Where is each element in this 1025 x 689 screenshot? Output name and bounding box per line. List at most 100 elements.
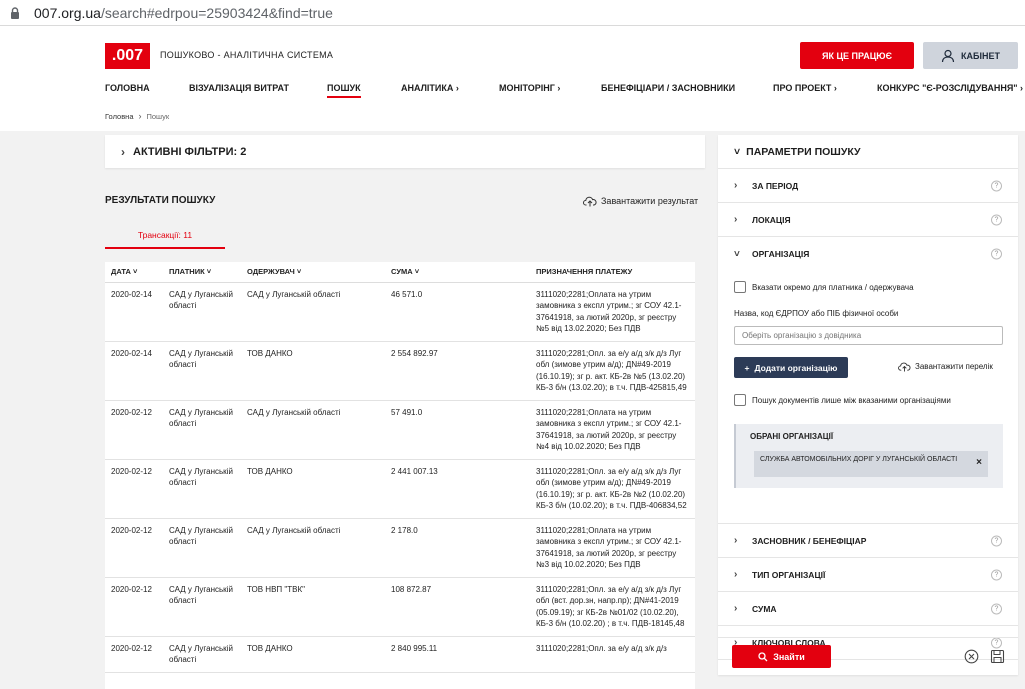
cell-sum: 108 872.87 [385, 577, 530, 637]
chevron-right-icon: › [734, 569, 738, 580]
save-icon[interactable] [990, 649, 1005, 664]
nav-about[interactable]: ПРО ПРОЕКТ › [773, 83, 837, 93]
cell-purpose: 3111020;2281;Оплата на утрим замовника з… [530, 282, 695, 342]
column-recipient[interactable]: ОДЕРЖУВАЧ ˅ [241, 262, 385, 283]
cell-date: 2020-02-12 [105, 577, 163, 637]
checkbox[interactable] [734, 281, 746, 293]
cell-recipient: САД у Луганській області [241, 282, 385, 342]
nav-search[interactable]: ПОШУК [327, 83, 361, 98]
column-date[interactable]: ДАТА ˅ [105, 262, 163, 283]
search-icon [758, 651, 768, 661]
chevron-right-icon: › [734, 603, 738, 614]
nav-analytics[interactable]: АНАЛІТИКА › [401, 83, 459, 93]
checkbox[interactable] [734, 394, 746, 406]
column-recipient-label: ОДЕРЖУВАЧ [247, 267, 295, 277]
table-row[interactable]: 2020-02-12 САД у Луганській області САД … [105, 400, 695, 460]
chevron-down-icon: ˅ [412, 267, 420, 277]
chevron-down-icon: ˅ [130, 267, 138, 277]
chosen-organizations-title: ОБРАНІ ОРГАНІЗАЦІЇ [750, 432, 834, 441]
table-row[interactable]: 2020-02-14 САД у Луганській області САД … [105, 282, 695, 342]
column-payer[interactable]: ПЛАТНИК ˅ [163, 262, 241, 283]
clear-filters-icon[interactable] [964, 649, 979, 664]
how-it-works-button[interactable]: ЯК ЦЕ ПРАЦЮЄ [800, 42, 914, 69]
cell-recipient: ТОВ ДАНКО [241, 636, 385, 673]
separate-payer-recipient-checkbox[interactable]: Вказати окремо для платника / одержувача [734, 281, 914, 293]
cell-date: 2020-02-12 [105, 518, 163, 578]
column-sum[interactable]: СУМА ˅ [385, 262, 530, 283]
cell-payer: САД у Луганській області [163, 459, 241, 519]
search-params-header[interactable]: ˅ ПАРАМЕТРИ ПОШУКУ [718, 135, 1018, 169]
download-list-label: Завантажити перелік [915, 362, 993, 371]
cell-recipient: САД у Луганській області [241, 400, 385, 460]
site-header: .007 ПОШУКОВО - АНАЛІТИЧНА СИСТЕМА ЯК ЦЕ… [0, 26, 1025, 131]
cell-sum: 2 441 007.13 [385, 459, 530, 519]
org-search-input[interactable] [734, 326, 1003, 345]
cell-payer: САД у Луганській області [163, 577, 241, 637]
nav-visualization[interactable]: ВІЗУАЛІЗАЦІЯ ВИТРАТ [189, 83, 289, 93]
cell-sum: 46 571.0 [385, 282, 530, 342]
cell-purpose: 3111020;2281;Опл. за е/у а/д з/к д/з Луг… [530, 459, 695, 519]
add-organization-button[interactable]: + Додати організацію [734, 357, 848, 378]
download-results-link[interactable]: Завантажити результат [583, 195, 698, 207]
section-location[interactable]: › ЛОКАЦІЯ ? [718, 203, 1018, 237]
cell-recipient: ТОВ ДАНКО [241, 459, 385, 519]
table-row[interactable]: 2020-02-12 САД у Луганській області ТОВ … [105, 459, 695, 519]
table-row[interactable]: 2020-02-14 САД у Луганській області ТОВ … [105, 341, 695, 401]
section-org-type-label: ТИП ОРГАНІЗАЦІЇ [752, 569, 826, 580]
site-logo[interactable]: .007 [105, 43, 150, 69]
cell-recipient: ТОВ НВП "ТВК" [241, 577, 385, 637]
only-between-checkbox[interactable]: Пошук документів лише між вказаними орга… [734, 394, 951, 406]
organization-chip: СЛУЖБА АВТОМОБІЛЬНИХ ДОРІГ У ЛУГАНСЬКІЙ … [754, 451, 988, 477]
section-founder[interactable]: › ЗАСНОВНИК / БЕНЕФІЦІАР ? [718, 524, 1018, 558]
nav-home[interactable]: ГОЛОВНА [105, 83, 150, 93]
cell-purpose: 3111020;2281;Опл. за е/у а/д з/к д/з [530, 636, 695, 673]
download-list-link[interactable]: Завантажити перелік [898, 361, 993, 372]
help-icon[interactable]: ? [991, 603, 1002, 614]
cell-recipient: ТОВ ДАНКО [241, 341, 385, 401]
close-icon[interactable]: × [976, 458, 982, 468]
help-icon[interactable]: ? [991, 248, 1002, 260]
nav-contest[interactable]: КОНКУРС "Є-РОЗСЛІДУВАННЯ" › [877, 83, 1023, 93]
active-filters-toggle[interactable]: › АКТИВНІ ФІЛЬТРИ: 2 [105, 135, 705, 168]
separate-payer-recipient-label: Вказати окремо для платника / одержувача [752, 282, 914, 292]
help-icon[interactable]: ? [991, 535, 1002, 546]
table-row[interactable]: 2020-02-12 САД у Луганській області ТОВ … [105, 636, 695, 673]
nav-monitoring[interactable]: МОНІТОРІНГ › [499, 83, 560, 93]
cabinet-button[interactable]: КАБІНЕТ [923, 42, 1018, 69]
results-title: РЕЗУЛЬТАТИ ПОШУКУ [105, 195, 216, 206]
section-period[interactable]: › ЗА ПЕРІОД ? [718, 169, 1018, 203]
breadcrumb-current: Пошук [146, 111, 170, 121]
url-text: 007.org.ua/search#edrpou=25903424&find=t… [34, 5, 333, 21]
chevron-right-icon: › [734, 214, 738, 225]
cabinet-label: КАБІНЕТ [961, 50, 1000, 61]
help-icon[interactable]: ? [991, 569, 1002, 580]
chevron-right-icon: › [121, 144, 125, 159]
cell-payer: САД у Луганській області [163, 636, 241, 673]
section-org-type[interactable]: › ТИП ОРГАНІЗАЦІЇ ? [718, 558, 1018, 592]
section-organization[interactable]: ˅ ОРГАНІЗАЦІЯ ? [718, 237, 1018, 271]
help-icon[interactable]: ? [991, 214, 1002, 225]
active-filters-label: АКТИВНІ ФІЛЬТРИ: 2 [133, 145, 247, 158]
breadcrumb-home[interactable]: Головна [105, 112, 134, 121]
find-button[interactable]: Знайти [732, 645, 831, 668]
cell-date: 2020-02-12 [105, 459, 163, 519]
organization-section-body: Вказати окремо для платника / одержувача… [718, 271, 1018, 524]
download-results-label: Завантажити результат [601, 196, 699, 206]
table-row[interactable]: 2020-02-12 САД у Луганській області САД … [105, 518, 695, 578]
chevron-right-icon: › [734, 535, 738, 546]
nav-beneficiaries[interactable]: БЕНЕФІЦІАРИ / ЗАСНОВНИКИ [601, 83, 735, 93]
section-sum[interactable]: › СУМА ? [718, 592, 1018, 626]
url-domain: 007.org.ua [34, 4, 101, 21]
cell-purpose: 3111020;2281;Опл. за е/у а/д з/к д/з Луг… [530, 577, 695, 637]
chevron-down-icon: ˅ [204, 267, 212, 277]
cell-sum: 2 840 995.11 [385, 636, 530, 673]
chevron-right-icon: › [138, 111, 142, 121]
help-icon[interactable]: ? [991, 180, 1002, 191]
org-name-label: Назва, код ЄДРПОУ або ПІБ фізичної особи [734, 309, 899, 318]
results-table: ДАТА ˅ ПЛАТНИК ˅ ОДЕРЖУВАЧ ˅ СУМА ˅ ПРИЗ… [105, 262, 695, 689]
table-row[interactable]: 2020-02-12 САД у Луганській області ТОВ … [105, 577, 695, 637]
tab-transactions[interactable]: Трансакції: 11 [105, 223, 225, 249]
address-bar[interactable]: 007.org.ua/search#edrpou=25903424&find=t… [0, 0, 1025, 26]
cell-date: 2020-02-14 [105, 282, 163, 342]
organization-chip-label: СЛУЖБА АВТОМОБІЛЬНИХ ДОРІГ У ЛУГАНСЬКІЙ … [760, 456, 958, 463]
